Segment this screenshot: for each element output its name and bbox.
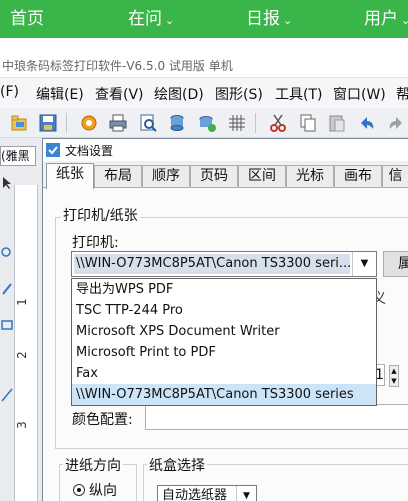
nav-item-user[interactable]: 用户 ⌄: [364, 0, 408, 38]
color-config-field[interactable]: [145, 404, 408, 430]
printer-option[interactable]: Microsoft Print to PDF: [72, 342, 376, 363]
line-tool-icon[interactable]: [1, 388, 13, 402]
document-settings-dialog: 文档设置 纸张 布局 顺序 页码 区间 光标 画布 信 打印机/纸张 打印机: …: [42, 138, 408, 501]
nav-label: 日报: [246, 9, 280, 29]
tab-info[interactable]: 信: [382, 165, 408, 188]
settings-icon[interactable]: [79, 113, 99, 133]
data-link-icon[interactable]: [197, 113, 217, 133]
printer-dropdown-list: 导出为WPS PDF TSC TTP-244 Pro Microsoft XPS…: [71, 278, 377, 406]
menu-tools[interactable]: 工具(T): [275, 84, 322, 104]
copy-icon[interactable]: [298, 113, 318, 133]
open-icon[interactable]: [10, 113, 30, 133]
toolbar-separator: [66, 113, 67, 133]
printer-properties-button[interactable]: 属: [383, 251, 408, 277]
nav-label: 在问: [128, 9, 162, 29]
pen-tool-icon[interactable]: [1, 282, 13, 296]
tab-order[interactable]: 顺序: [142, 165, 190, 188]
print-preview-icon[interactable]: [138, 113, 158, 133]
font-name-field[interactable]: (雅黑: [0, 146, 36, 166]
chevron-down-icon: ⌄: [401, 14, 408, 27]
menu-bar: (F) 编辑(E) 查看(V) 绘图(D) 图形(S) 工具(T) 窗口(W) …: [0, 78, 408, 108]
redo-icon[interactable]: [386, 113, 406, 133]
portrait-radio[interactable]: [73, 484, 85, 496]
menu-file[interactable]: (F): [0, 84, 19, 100]
dialog-title-bar: 文档设置: [43, 139, 408, 161]
app-title: 中琅条码标签打印软件-V6.5.0 试用版 单机: [2, 59, 233, 73]
undo-icon[interactable]: [357, 113, 377, 133]
cut-icon[interactable]: [268, 113, 288, 133]
tab-canvas[interactable]: 画布: [334, 165, 382, 188]
zoom-tool-icon[interactable]: [1, 246, 13, 260]
color-config-label: 颜色配置:: [72, 412, 133, 428]
printer-option[interactable]: 导出为WPS PDF: [72, 279, 376, 300]
printer-option-selected[interactable]: \\WIN-O773MC8P5AT\Canon TS3300 series: [72, 384, 376, 405]
feed-direction-label: 进纸方向: [63, 455, 123, 475]
chevron-down-icon: ⌄: [165, 14, 175, 27]
copies-spinner[interactable]: ▲ ▼: [389, 365, 399, 387]
portrait-label: 纵向: [89, 483, 117, 499]
nav-item-daily[interactable]: 日报 ⌄: [246, 0, 292, 38]
site-nav-bar: 首页 在问 ⌄ 日报 ⌄ 用户 ⌄: [0, 0, 408, 38]
printer-option[interactable]: Fax: [72, 363, 376, 384]
app-title-bar: 中琅条码标签打印软件-V6.5.0 试用版 单机: [0, 38, 408, 78]
print-icon[interactable]: [108, 113, 128, 133]
nav-label: 用户: [364, 9, 398, 29]
dialog-title: 文档设置: [65, 144, 114, 158]
tab-cursor[interactable]: 光标: [286, 165, 334, 188]
ruler-number: 3: [14, 421, 29, 429]
tab-page-number[interactable]: 页码: [190, 165, 238, 188]
menu-edit[interactable]: 编辑(E): [36, 84, 84, 104]
printer-option[interactable]: Microsoft XPS Document Writer: [72, 321, 376, 342]
chevron-down-icon[interactable]: ▼: [236, 486, 256, 501]
toolbar: [0, 108, 408, 138]
shape-tool-icon[interactable]: [1, 318, 13, 332]
dialog-app-icon: [46, 143, 60, 157]
printer-paper-group-label: 打印机/纸张: [61, 205, 140, 225]
database-icon[interactable]: [167, 113, 187, 133]
menu-help[interactable]: 帮: [396, 84, 408, 104]
save-icon[interactable]: [38, 113, 58, 133]
tab-paper[interactable]: 纸张: [46, 163, 94, 189]
paper-box-select[interactable]: 自动选纸器 ▼: [157, 485, 257, 501]
tab-range[interactable]: 区间: [238, 165, 286, 188]
printer-select-value: \\WIN-O773MC8P5AT\Canon TS3300 seri...: [74, 254, 350, 274]
ruler-number: 1: [14, 298, 29, 306]
select-tool-icon[interactable]: [1, 176, 13, 190]
paper-box-label: 纸盒选择: [147, 455, 207, 475]
paste-icon[interactable]: [327, 113, 347, 133]
font-name-value: (雅黑: [1, 149, 30, 163]
nav-label: 首页: [10, 9, 44, 29]
dialog-tabs: 纸张 布局 顺序 页码 区间 光标 画布 信: [43, 163, 408, 189]
menu-draw[interactable]: 绘图(D): [154, 84, 204, 104]
printer-option[interactable]: TSC TTP-244 Pro: [72, 300, 376, 321]
toolbar-separator: [255, 113, 256, 133]
printer-label: 打印机:: [72, 235, 119, 251]
tab-layout[interactable]: 布局: [94, 165, 142, 188]
menu-shape[interactable]: 图形(S): [215, 84, 263, 104]
nav-item-home[interactable]: 首页: [10, 0, 44, 38]
grid-icon[interactable]: [227, 113, 247, 133]
printer-select[interactable]: \\WIN-O773MC8P5AT\Canon TS3300 seri... ▼: [71, 251, 377, 277]
menu-window[interactable]: 窗口(W): [333, 84, 386, 104]
menu-view[interactable]: 查看(V): [95, 84, 144, 104]
paper-box-value: 自动选纸器: [162, 488, 228, 501]
vertical-ruler: 1 2 3: [14, 185, 38, 501]
ruler-number: 2: [14, 351, 29, 359]
nav-item-ask[interactable]: 在问 ⌄: [128, 0, 174, 38]
chevron-down-icon: ⌄: [283, 14, 293, 27]
chevron-down-icon[interactable]: ▼: [352, 252, 376, 276]
